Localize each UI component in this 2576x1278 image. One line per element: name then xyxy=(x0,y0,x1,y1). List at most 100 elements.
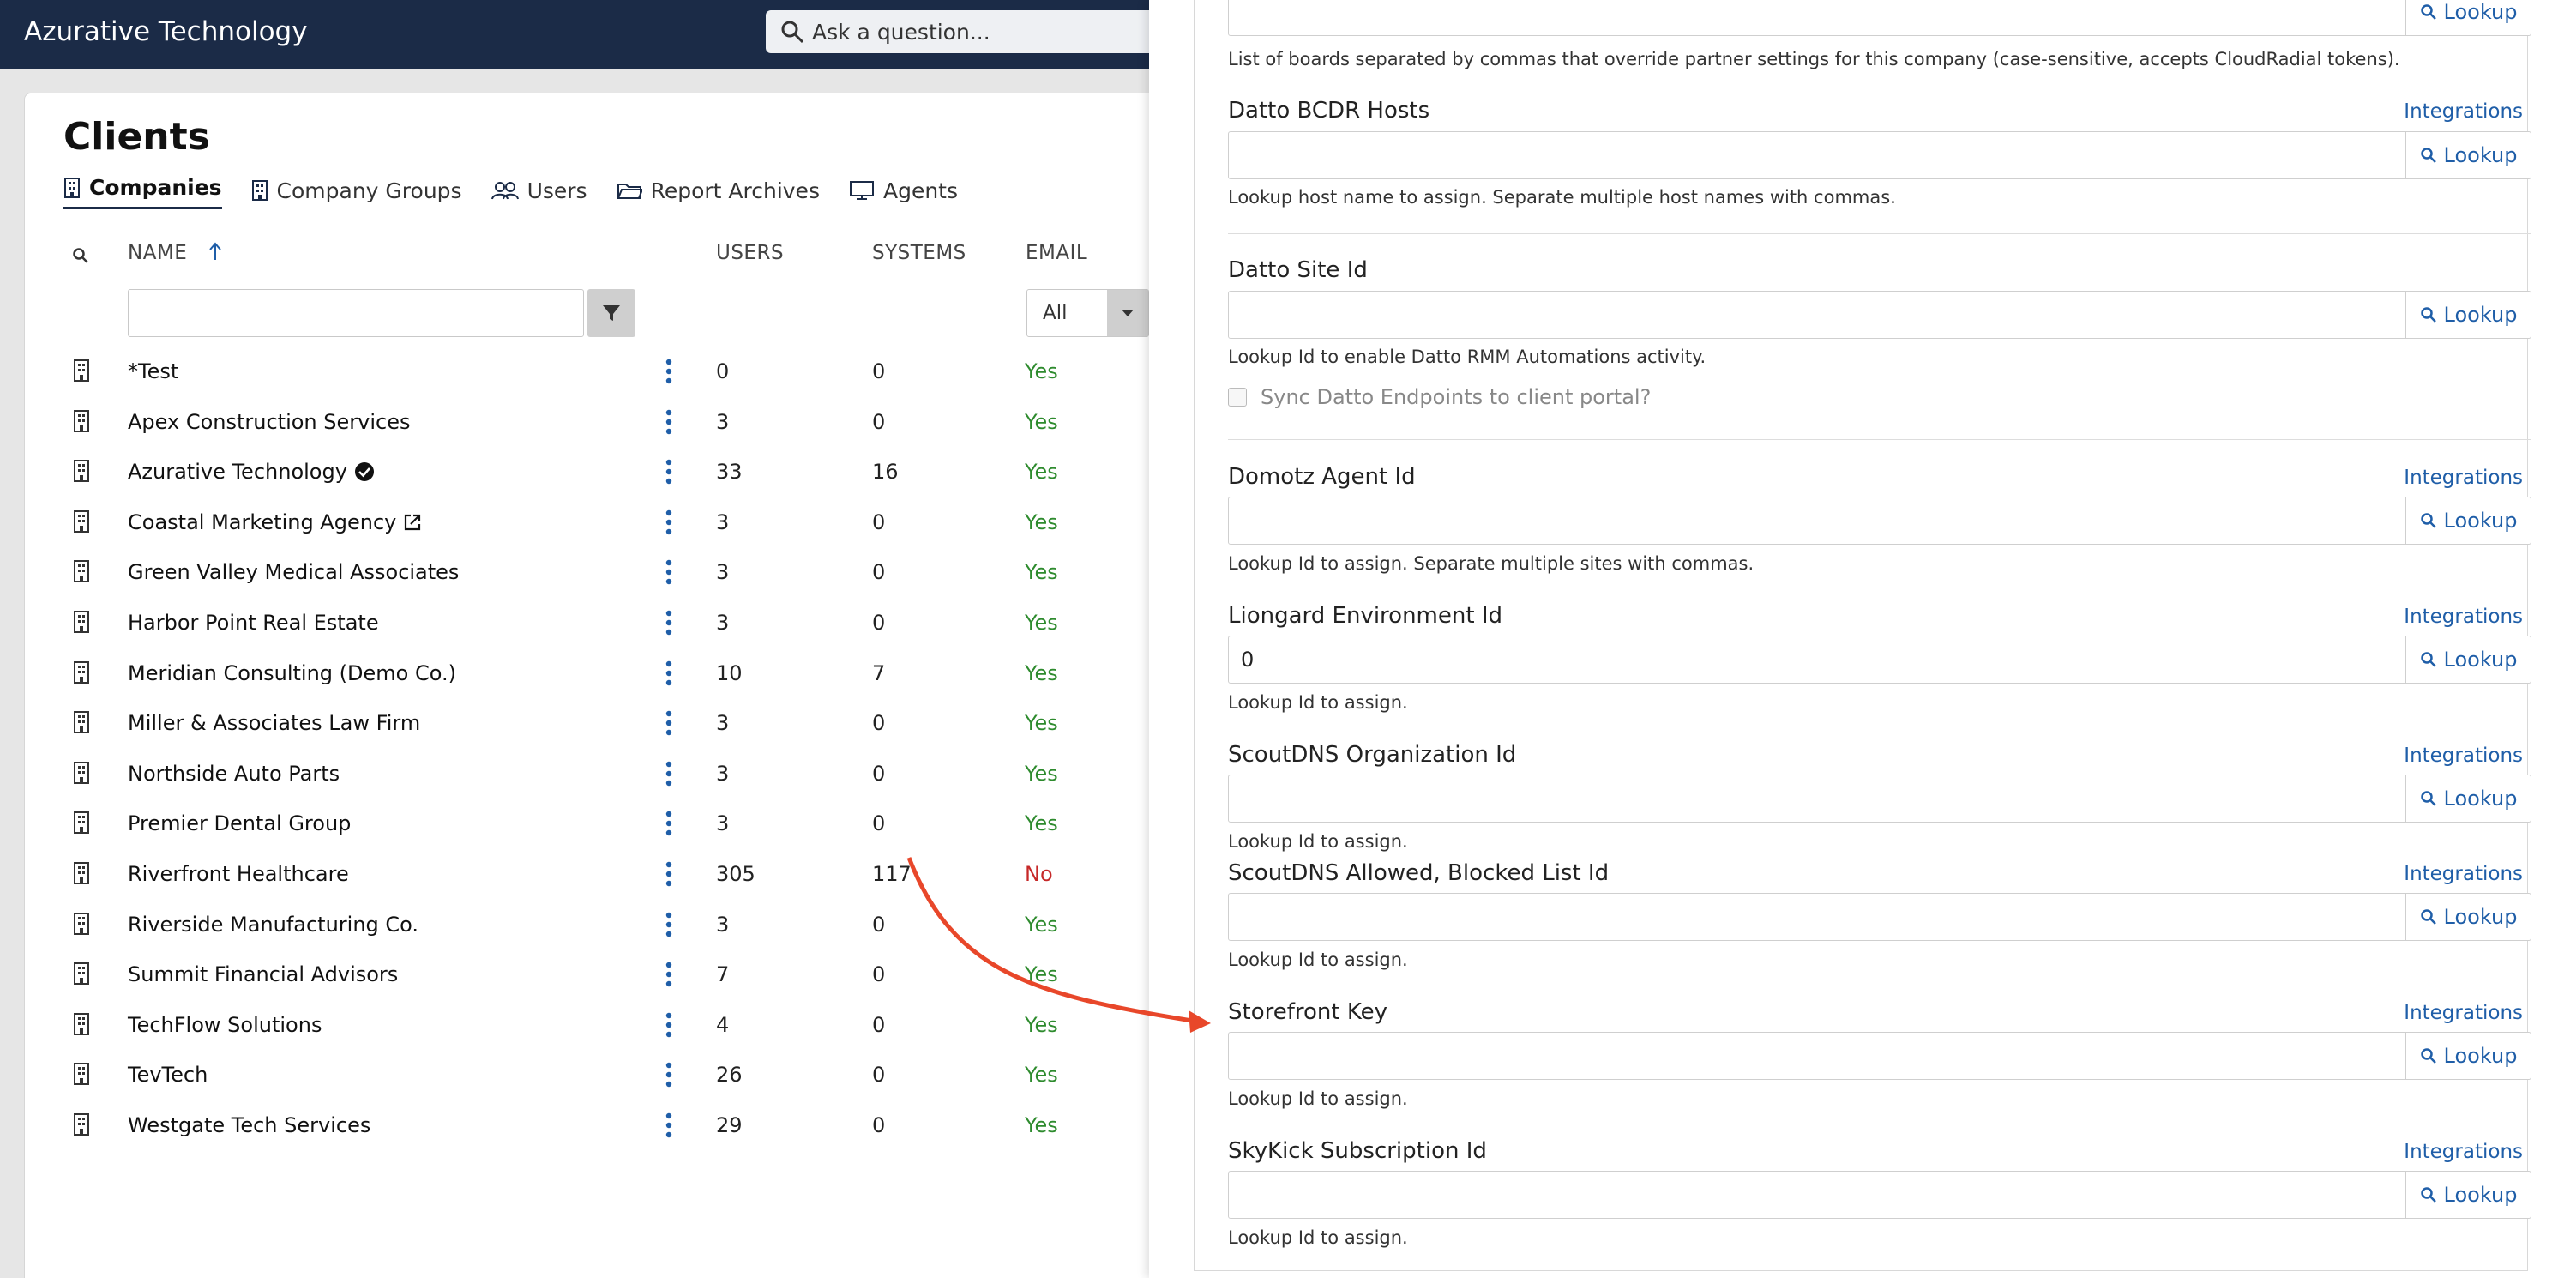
table-row[interactable]: Coastal Marketing Agency 3 0 Yes xyxy=(63,498,1149,548)
tab-users[interactable]: Users xyxy=(491,172,587,209)
liongard-environment-id-input[interactable] xyxy=(1241,643,2356,676)
external-link-icon[interactable] xyxy=(403,513,422,532)
integrations-link[interactable]: Integrations xyxy=(2404,863,2523,885)
table-row[interactable]: Premier Dental Group 3 0 Yes xyxy=(63,799,1149,849)
company-name[interactable]: Meridian Consulting (Demo Co.) xyxy=(128,661,456,685)
kebab-menu-icon[interactable] xyxy=(664,509,674,536)
dropdown-toggle[interactable] xyxy=(1107,290,1148,336)
lookup-button[interactable]: Lookup xyxy=(2405,132,2531,178)
name-filter-input[interactable] xyxy=(128,289,584,337)
lookup-button[interactable]: Lookup xyxy=(2405,497,2531,544)
kebab-menu-icon[interactable] xyxy=(664,760,674,787)
lookup-button[interactable]: Lookup xyxy=(2405,0,2531,35)
kebab-menu-icon[interactable] xyxy=(664,709,674,737)
storefront-key-field[interactable]: Lookup xyxy=(1228,1032,2531,1080)
kebab-menu-icon[interactable] xyxy=(664,408,674,436)
company-name[interactable]: Miller & Associates Law Firm xyxy=(128,711,420,735)
tab-agents[interactable]: Agents xyxy=(849,172,958,209)
scoutdns-list-id-field[interactable]: Lookup xyxy=(1228,893,2531,941)
company-name[interactable]: Riverfront Healthcare xyxy=(128,862,349,886)
boards-input[interactable] xyxy=(1241,0,2356,28)
company-name[interactable]: TevTech xyxy=(128,1063,208,1087)
kebab-menu-icon[interactable] xyxy=(664,1112,674,1139)
table-row[interactable]: Westgate Tech Services 29 0 Yes xyxy=(63,1101,1149,1151)
integrations-link[interactable]: Integrations xyxy=(2404,744,2523,767)
kebab-menu-icon[interactable] xyxy=(664,558,674,586)
company-name[interactable]: *Test xyxy=(128,359,178,383)
column-header-email[interactable]: EMAIL xyxy=(1026,242,1087,264)
company-name[interactable]: Coastal Marketing Agency xyxy=(128,510,422,534)
column-header-name[interactable]: NAME xyxy=(128,242,222,264)
lookup-button[interactable]: Lookup xyxy=(2405,292,2531,338)
company-name[interactable]: Summit Financial Advisors xyxy=(128,962,398,986)
kebab-menu-icon[interactable] xyxy=(664,860,674,888)
table-row[interactable]: Miller & Associates Law Firm 3 0 Yes xyxy=(63,699,1149,749)
lookup-button[interactable]: Lookup xyxy=(2405,636,2531,683)
integrations-link[interactable]: Integrations xyxy=(2404,100,2523,123)
domotz-agent-id-input[interactable] xyxy=(1241,504,2356,537)
company-name[interactable]: Premier Dental Group xyxy=(128,811,351,835)
liongard-environment-id-field[interactable]: Lookup xyxy=(1228,636,2531,684)
scoutdns-organization-id-field[interactable]: Lookup xyxy=(1228,775,2531,823)
kebab-menu-icon[interactable] xyxy=(664,1061,674,1088)
kebab-menu-icon[interactable] xyxy=(664,358,674,385)
table-row[interactable]: Harbor Point Real Estate 3 0 Yes xyxy=(63,599,1149,648)
email-filter-select[interactable]: All xyxy=(1026,289,1149,337)
column-header-systems[interactable]: SYSTEMS xyxy=(872,242,966,264)
tab-report-archives[interactable]: Report Archives xyxy=(617,172,820,209)
company-name[interactable]: Harbor Point Real Estate xyxy=(128,611,379,635)
table-row[interactable]: Azurative Technology 33 16 Yes xyxy=(63,448,1149,497)
integrations-link[interactable]: Integrations xyxy=(2404,467,2523,489)
kebab-menu-icon[interactable] xyxy=(664,609,674,636)
company-name[interactable]: Azurative Technology xyxy=(128,460,375,484)
tab-companies[interactable]: Companies xyxy=(63,172,222,209)
datto-site-id-input[interactable] xyxy=(1241,298,2356,331)
table-row[interactable]: Meridian Consulting (Demo Co.) 10 7 Yes xyxy=(63,649,1149,699)
skykick-subscription-id-input[interactable] xyxy=(1241,1179,2356,1211)
company-name[interactable]: Apex Construction Services xyxy=(128,410,410,434)
table-row[interactable]: Summit Financial Advisors 7 0 Yes xyxy=(63,950,1149,1000)
search-input[interactable] xyxy=(812,15,1147,48)
scoutdns-list-id-input[interactable] xyxy=(1241,901,2356,933)
integrations-link[interactable]: Integrations xyxy=(2404,1002,2523,1024)
filter-button[interactable] xyxy=(587,289,635,337)
kebab-menu-icon[interactable] xyxy=(664,1011,674,1039)
scoutdns-organization-id-input[interactable] xyxy=(1241,782,2356,815)
table-row[interactable]: Green Valley Medical Associates 3 0 Yes xyxy=(63,548,1149,598)
kebab-menu-icon[interactable] xyxy=(664,961,674,988)
table-row[interactable]: Apex Construction Services 3 0 Yes xyxy=(63,398,1149,448)
kebab-menu-icon[interactable] xyxy=(664,660,674,687)
table-row[interactable]: Riverside Manufacturing Co. 3 0 Yes xyxy=(63,901,1149,950)
table-row[interactable]: Northside Auto Parts 3 0 Yes xyxy=(63,750,1149,799)
company-name[interactable]: Green Valley Medical Associates xyxy=(128,560,459,584)
column-header-users[interactable]: USERS xyxy=(716,242,784,264)
tab-company-groups[interactable]: Company Groups xyxy=(251,172,462,209)
lookup-button[interactable]: Lookup xyxy=(2405,1172,2531,1218)
datto-site-id-field[interactable]: Lookup xyxy=(1228,291,2531,339)
lookup-button[interactable]: Lookup xyxy=(2405,775,2531,822)
datto-bcdr-hosts-field[interactable]: Lookup xyxy=(1228,131,2531,179)
company-name[interactable]: Riverside Manufacturing Co. xyxy=(128,913,418,937)
skykick-subscription-id-field[interactable]: Lookup xyxy=(1228,1171,2531,1219)
table-row[interactable]: Riverfront Healthcare 305 117 No xyxy=(63,850,1149,900)
search-box[interactable] xyxy=(766,10,1160,53)
boards-field[interactable]: Lookup xyxy=(1228,0,2531,36)
sync-datto-endpoints-checkbox[interactable]: Sync Datto Endpoints to client portal? xyxy=(1228,385,1651,409)
integrations-link[interactable]: Integrations xyxy=(2404,1141,2523,1163)
search-icon[interactable] xyxy=(72,247,89,264)
table-row[interactable]: *Test 0 0 Yes xyxy=(63,347,1149,397)
kebab-menu-icon[interactable] xyxy=(664,911,674,938)
lookup-button[interactable]: Lookup xyxy=(2405,894,2531,940)
company-name[interactable]: Northside Auto Parts xyxy=(128,762,340,786)
datto-bcdr-hosts-input[interactable] xyxy=(1241,139,2356,172)
table-row[interactable]: TechFlow Solutions 4 0 Yes xyxy=(63,1001,1149,1051)
domotz-agent-id-field[interactable]: Lookup xyxy=(1228,497,2531,545)
kebab-menu-icon[interactable] xyxy=(664,458,674,485)
integrations-link[interactable]: Integrations xyxy=(2404,606,2523,628)
storefront-key-input[interactable] xyxy=(1241,1040,2356,1072)
company-name[interactable]: TechFlow Solutions xyxy=(128,1013,322,1037)
checkbox-box[interactable] xyxy=(1228,388,1247,407)
company-name[interactable]: Westgate Tech Services xyxy=(128,1113,370,1137)
kebab-menu-icon[interactable] xyxy=(664,810,674,837)
table-row[interactable]: TevTech 26 0 Yes xyxy=(63,1051,1149,1100)
